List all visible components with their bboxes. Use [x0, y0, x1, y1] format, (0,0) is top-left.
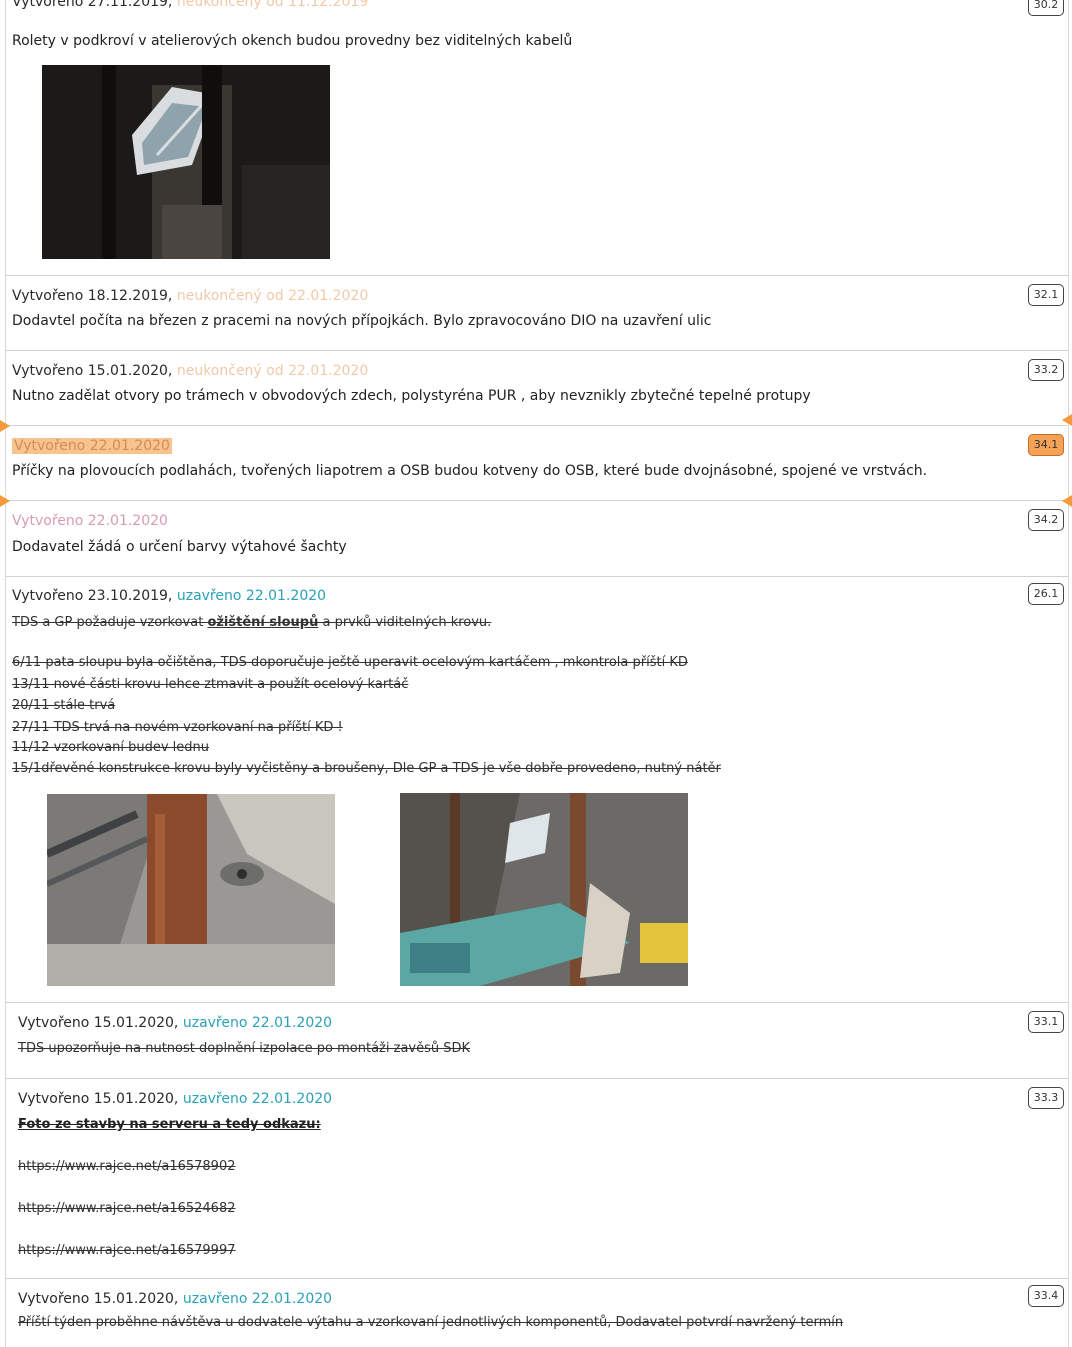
photo-attic-interior	[400, 793, 688, 986]
entry-meta: Vytvořeno 27.11.2019, neukončený od 11.1…	[12, 0, 368, 10]
note-line: 11/12 vzorkovaní budev lednu	[12, 740, 209, 755]
highlight-marker-left	[0, 420, 10, 432]
entry-33-2: Vytvořeno 15.01.2020, neukončený od 22.0…	[6, 351, 1068, 426]
photo-column-base	[47, 794, 335, 986]
note-line: 27/11 TDS trvá na novém vzorkovaní na př…	[12, 720, 343, 735]
entry-meta: Vytvořeno 15.01.2020, uzavřeno 22.01.202…	[18, 1091, 332, 1107]
entry-33-3: Vytvořeno 15.01.2020, uzavřeno 22.01.202…	[6, 1079, 1068, 1279]
highlight-marker-right	[1062, 414, 1072, 426]
entry-number-badge: 33.2	[1028, 359, 1064, 381]
entry-number-badge: 32.1	[1028, 284, 1064, 306]
status-text: uzavřeno 22.01.2020	[182, 1291, 333, 1307]
entry-meta: Vytvořeno 15.01.2020, uzavřeno 22.01.202…	[18, 1291, 332, 1307]
entry-description: Dodavtel počíta na březen z pracemi na n…	[12, 313, 712, 329]
entry-meta: Vytvořeno 15.01.2020, neukončený od 22.0…	[12, 363, 368, 379]
photo-link[interactable]: https://www.rajce.net/a16524682	[18, 1201, 235, 1216]
entry-meta: Vytvořeno 23.10.2019, uzavřeno 22.01.202…	[12, 588, 326, 604]
photo-link[interactable]: https://www.rajce.net/a16579997	[18, 1243, 235, 1258]
created-date: Vytvořeno 18.12.2019,	[12, 288, 173, 304]
entry-description: TDS a GP požaduje vzorkovat ožištění slo…	[12, 615, 491, 630]
note-line: 13/11 nové části krovu lehce ztmavit a p…	[12, 677, 409, 692]
status-text: neukončený od 22.01.2020	[176, 288, 369, 304]
entry-description: TDS upozorňuje na nutnost doplnění izpol…	[18, 1041, 471, 1056]
description-underlined: ožištění sloupů	[207, 615, 319, 630]
entry-32-1: Vytvořeno 18.12.2019, neukončený od 22.0…	[6, 276, 1068, 351]
description-part: TDS a GP požaduje vzorkovat	[12, 615, 208, 630]
photo-link[interactable]: https://www.rajce.net/a16578902	[18, 1159, 235, 1174]
created-date: Vytvořeno 23.10.2019,	[12, 588, 173, 604]
status-text: uzavřeno 22.01.2020	[182, 1015, 333, 1031]
entry-26-1: Vytvořeno 23.10.2019, uzavřeno 22.01.202…	[6, 577, 1068, 1003]
entry-description: Foto ze stavby na serveru a tedy odkazu:	[18, 1117, 321, 1132]
created-date: Vytvořeno 27.11.2019,	[12, 0, 173, 10]
entry-30-2: Vytvořeno 27.11.2019, neukončený od 11.1…	[6, 0, 1068, 276]
entry-number-badge: 33.4	[1028, 1285, 1064, 1307]
created-date: Vytvořeno 22.01.2020	[12, 438, 172, 454]
description-part: a prvků viditelných krovu.	[318, 615, 492, 630]
created-date: Vytvořeno 22.01.2020	[12, 513, 168, 529]
note-line: 6/11 pata sloupu byla očištěna, TDS dopo…	[12, 655, 688, 670]
entry-meta: Vytvořeno 18.12.2019, neukončený od 22.0…	[12, 288, 368, 304]
created-date: Vytvořeno 15.01.2020,	[18, 1091, 179, 1107]
created-date: Vytvořeno 15.01.2020,	[12, 363, 173, 379]
created-date: Vytvořeno 15.01.2020,	[18, 1291, 179, 1307]
created-date: Vytvořeno 15.01.2020,	[18, 1015, 179, 1031]
note-line: 20/11 stále trvá	[12, 698, 116, 713]
entry-number-badge: 33.3	[1028, 1087, 1064, 1109]
photo-attic-window	[42, 65, 330, 259]
entry-number-badge: 33.1	[1028, 1011, 1064, 1033]
entry-34-1: Vytvořeno 22.01.2020 34.1 Příčky na plov…	[6, 426, 1068, 501]
entry-34-2: Vytvořeno 22.01.2020 34.2 Dodavatel žádá…	[6, 501, 1068, 577]
entry-description: Nutno zadělat otvory po trámech v obvodo…	[12, 388, 811, 404]
entry-33-4: Vytvořeno 15.01.2020, uzavřeno 22.01.202…	[6, 1279, 1068, 1347]
entry-number-badge: 26.1	[1028, 583, 1064, 605]
entry-description: Příčky na plovoucích podlahách, tvořenýc…	[12, 463, 928, 479]
note-line: 15/1dřevěné konstrukce krovu byly vyčist…	[12, 761, 721, 776]
status-text: uzavřeno 22.01.2020	[176, 588, 327, 604]
entry-33-1: Vytvořeno 15.01.2020, uzavřeno 22.01.202…	[6, 1003, 1068, 1079]
entry-number-badge: 34.1	[1028, 434, 1064, 456]
entry-meta: Vytvořeno 22.01.2020	[12, 513, 168, 529]
status-text: neukončený od 22.01.2020	[176, 363, 369, 379]
entry-number-badge: 34.2	[1028, 509, 1064, 531]
entry-number-badge: 30.2	[1028, 0, 1064, 16]
status-text: neukončený od 11.12.2019	[176, 0, 369, 10]
status-text: uzavřeno 22.01.2020	[182, 1091, 333, 1107]
entry-description: Dodavatel žádá o určení barvy výtahové š…	[12, 539, 347, 555]
entry-meta: Vytvořeno 15.01.2020, uzavřeno 22.01.202…	[18, 1015, 332, 1031]
entry-description: Příští týden proběhne návštěva u dodvate…	[18, 1315, 844, 1330]
entry-description: Rolety v podkroví v atelierových okench …	[12, 33, 573, 49]
entry-meta: Vytvořeno 22.01.2020	[12, 438, 172, 454]
